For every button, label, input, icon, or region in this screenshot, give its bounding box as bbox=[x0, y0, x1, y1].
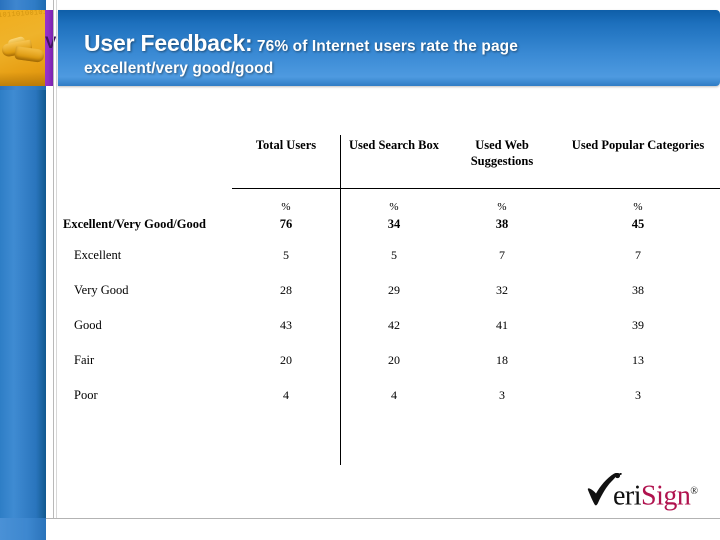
spacer-cell bbox=[58, 368, 720, 388]
slide-bottom-rule bbox=[46, 518, 720, 519]
cell-used-popular-categories: 45 bbox=[631, 217, 645, 231]
unit-row-label bbox=[58, 201, 232, 217]
unit-symbol: % bbox=[281, 201, 291, 213]
page-title-line2: excellent/very good/good bbox=[84, 60, 274, 77]
spacer-cell bbox=[58, 263, 720, 283]
row-spacer bbox=[58, 333, 720, 353]
table-col-header-total-users: Total Users bbox=[232, 125, 340, 171]
title-text-block: User Feedback: 76% of Internet users rat… bbox=[84, 30, 709, 78]
rule-spacer-cell bbox=[556, 171, 720, 201]
table-row: Excellent/Very Good/Good 76 34 38 45 bbox=[58, 217, 720, 232]
table-unit-row: % % % % bbox=[58, 201, 720, 217]
table-row: Poor 4 4 3 3 bbox=[58, 388, 720, 403]
binary-digits-overlay: 1011010010110100101101001011010010110100… bbox=[0, 10, 45, 20]
table-col-header-used-web-suggestions: Used Web Suggestions bbox=[448, 125, 556, 171]
table-vertical-divider bbox=[340, 135, 341, 465]
table-header-rule bbox=[232, 188, 720, 189]
row-label-good: Good bbox=[74, 318, 102, 332]
cell-used-web-suggestions: 32 bbox=[496, 283, 508, 297]
left-rail-footer-band bbox=[0, 518, 46, 540]
rule-spacer-cell bbox=[232, 171, 340, 201]
cell-total-users: 43 bbox=[280, 318, 292, 332]
table-col-header-used-popular-categories: Used Popular Categories bbox=[556, 125, 720, 171]
verisign-word-sign: Sign bbox=[641, 480, 691, 512]
left-rail-lower-gradient bbox=[0, 90, 46, 518]
verisign-wordmark: eriSign® bbox=[613, 477, 698, 511]
spacer-cell bbox=[58, 333, 720, 353]
handshake-right-hand bbox=[14, 46, 45, 63]
page-title-main: User Feedback: bbox=[84, 30, 253, 56]
table-col-header-used-search-box: Used Search Box bbox=[340, 125, 448, 171]
purple-accent-strip: V bbox=[45, 10, 57, 86]
cell-used-web-suggestions: 3 bbox=[499, 388, 505, 402]
row-label-very-good: Very Good bbox=[74, 283, 129, 297]
rule-spacer-cell bbox=[340, 171, 448, 201]
rail-separator-line-inner bbox=[53, 0, 54, 518]
cell-used-web-suggestions: 38 bbox=[495, 217, 509, 231]
table-body: % % % % Excellent/Very Good/Good 76 34 3… bbox=[58, 201, 720, 403]
table-col-header-blank bbox=[58, 125, 232, 171]
row-spacer bbox=[58, 232, 720, 248]
row-label-fair: Fair bbox=[74, 353, 95, 367]
row-label-poor: Poor bbox=[74, 388, 98, 402]
table-row: Very Good 28 29 32 38 bbox=[58, 283, 720, 298]
table-row: Excellent 5 5 7 7 bbox=[58, 248, 720, 263]
cell-used-search-box: 34 bbox=[387, 217, 401, 231]
rule-spacer-cell bbox=[448, 171, 556, 201]
verisign-word-eri: eri bbox=[613, 480, 642, 512]
table-row: Good 43 42 41 39 bbox=[58, 318, 720, 333]
row-spacer bbox=[58, 263, 720, 283]
cell-used-search-box: 5 bbox=[391, 248, 397, 262]
rule-spacer-cell bbox=[58, 171, 232, 201]
unit-symbol: % bbox=[389, 201, 399, 213]
table-header-row: Total Users Used Search Box Used Web Sug… bbox=[58, 125, 720, 171]
cell-used-popular-categories: 38 bbox=[632, 283, 644, 297]
purple-v-glyph: V bbox=[45, 33, 57, 52]
cell-total-users: 76 bbox=[279, 217, 293, 231]
feedback-table: Total Users Used Search Box Used Web Sug… bbox=[58, 125, 720, 403]
cell-used-search-box: 42 bbox=[388, 318, 400, 332]
page-title-line1: User Feedback: 76% of Internet users rat… bbox=[84, 30, 709, 57]
table-head: Total Users Used Search Box Used Web Sug… bbox=[58, 125, 720, 201]
row-label-excellent-very-good-good: Excellent/Very Good/Good bbox=[63, 217, 206, 231]
cell-used-popular-categories: 3 bbox=[635, 388, 641, 402]
cell-used-popular-categories: 39 bbox=[632, 318, 644, 332]
table-row: Fair 20 20 18 13 bbox=[58, 353, 720, 368]
title-banner: User Feedback: 76% of Internet users rat… bbox=[58, 10, 720, 86]
registered-mark-icon: ® bbox=[690, 486, 698, 497]
col-header-label: Used Popular Categories bbox=[571, 138, 705, 152]
row-spacer bbox=[58, 368, 720, 388]
cell-total-users: 4 bbox=[283, 388, 289, 402]
cell-used-search-box: 29 bbox=[388, 283, 400, 297]
cell-used-search-box: 20 bbox=[388, 353, 400, 367]
cell-total-users: 5 bbox=[283, 248, 289, 262]
cell-used-popular-categories: 13 bbox=[632, 353, 644, 367]
row-spacer bbox=[58, 298, 720, 318]
handshake-binary-image: 1011010010110100101101001011010010110100… bbox=[0, 10, 45, 86]
table-header-rule-row bbox=[58, 171, 720, 201]
rail-separator-line-outer bbox=[56, 0, 57, 518]
cell-used-web-suggestions: 7 bbox=[499, 248, 505, 262]
col-header-label: Used Web Suggestions bbox=[470, 138, 534, 168]
feedback-table-container: Total Users Used Search Box Used Web Sug… bbox=[58, 125, 720, 470]
row-label-excellent: Excellent bbox=[74, 248, 122, 262]
cell-used-popular-categories: 7 bbox=[635, 248, 641, 262]
page-title-subtext: 76% of Internet users rate the page bbox=[252, 38, 518, 55]
image-bottom-shadow bbox=[0, 72, 45, 86]
col-header-label: Total Users bbox=[255, 138, 317, 152]
spacer-cell bbox=[58, 298, 720, 318]
cell-used-web-suggestions: 41 bbox=[496, 318, 508, 332]
verisign-logo: eriSign® bbox=[560, 473, 705, 513]
unit-symbol: % bbox=[633, 201, 643, 213]
handshake-graphic bbox=[1, 35, 45, 70]
cell-used-search-box: 4 bbox=[391, 388, 397, 402]
cell-total-users: 20 bbox=[280, 353, 292, 367]
cell-used-web-suggestions: 18 bbox=[496, 353, 508, 367]
spacer-cell bbox=[58, 232, 720, 248]
col-header-label: Used Search Box bbox=[348, 138, 440, 152]
cell-total-users: 28 bbox=[280, 283, 292, 297]
unit-symbol: % bbox=[497, 201, 507, 213]
